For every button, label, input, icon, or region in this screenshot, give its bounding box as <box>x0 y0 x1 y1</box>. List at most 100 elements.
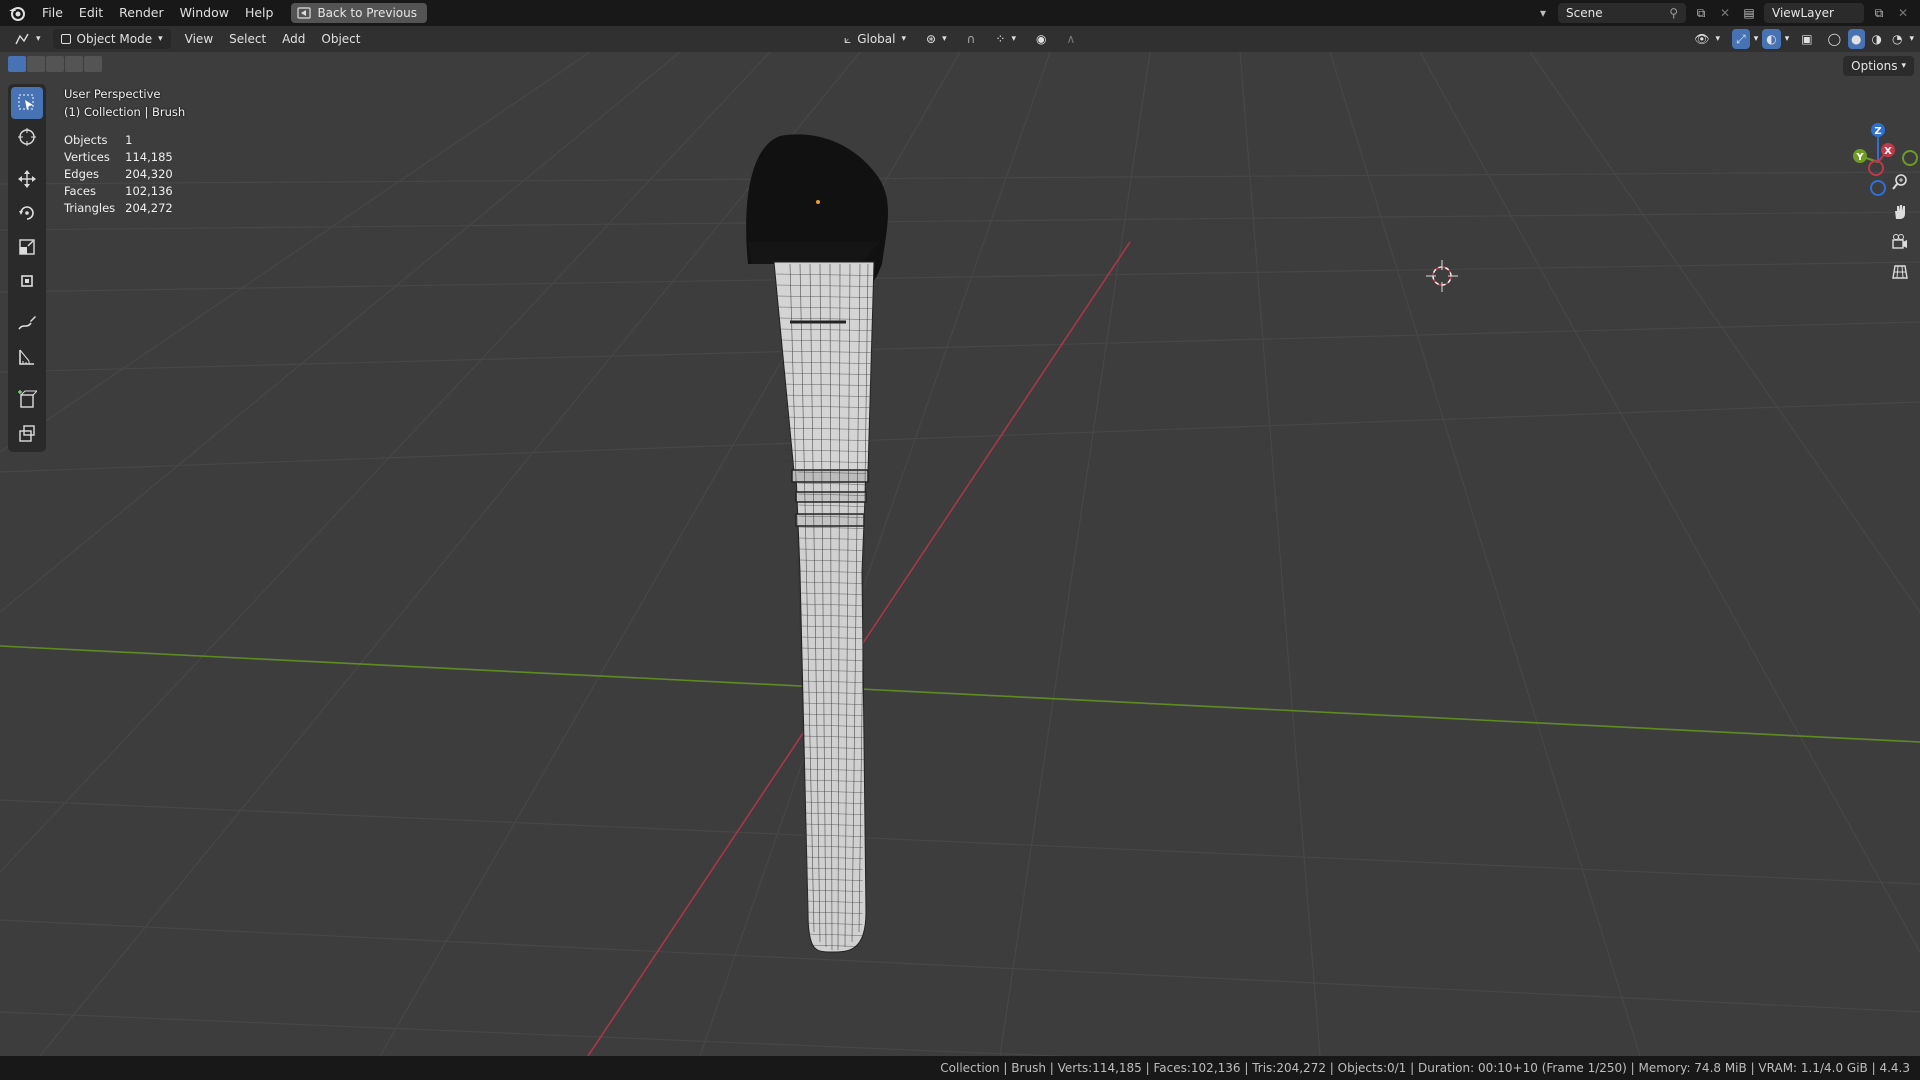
object-mode-icon <box>60 34 71 44</box>
shading-solid[interactable]: ● <box>1848 29 1865 49</box>
delete-view-layer-icon[interactable]: ✕ <box>1894 4 1912 22</box>
options-dropdown[interactable]: Options ▾ <box>1843 56 1914 76</box>
rendered-shading-icon: ◔ <box>1891 32 1903 46</box>
tool-transform[interactable] <box>11 265 43 297</box>
annotate-icon <box>18 316 36 330</box>
select-subtract-button[interactable] <box>46 56 64 72</box>
pivot-point-dropdown[interactable]: ⊛ ▾ <box>918 29 955 49</box>
gizmo-z-label: Z <box>1874 126 1881 137</box>
add-cube-icon <box>18 390 37 408</box>
menu-view[interactable]: View <box>177 29 221 49</box>
scene-statistics: Objects 1 Vertices 114,185 Edges 204,320 Fa… <box>64 132 183 217</box>
scale-icon <box>19 239 35 255</box>
stat-row: Objects 1 <box>64 132 183 149</box>
camera-view-button[interactable] <box>1888 230 1912 254</box>
ortho-toggle-button[interactable] <box>1888 260 1912 284</box>
zoom-icon <box>1892 174 1907 190</box>
menu-help[interactable]: Help <box>237 2 282 24</box>
material-shading-icon: ◑ <box>1871 32 1882 46</box>
tool-scale[interactable] <box>11 231 43 263</box>
pivot-icon: ⊛ <box>926 32 937 46</box>
stat-label: Faces <box>64 184 96 198</box>
magnet-icon: ∩ <box>966 32 976 46</box>
camera-icon <box>1892 234 1907 249</box>
snap-toggle[interactable]: ∩ <box>959 29 984 49</box>
3d-viewport[interactable]: User Perspective (1) Collection | Brush … <box>0 52 1920 1056</box>
scene-selector-icon[interactable]: ▾ <box>1534 4 1552 22</box>
new-scene-icon[interactable]: ⧉ <box>1692 4 1710 22</box>
snap-grid-icon: ⁘ <box>995 32 1006 46</box>
menu-render[interactable]: Render <box>111 2 172 24</box>
menu-object[interactable]: Object <box>313 29 368 49</box>
view-layer-selector-icon[interactable]: ▤ <box>1740 4 1758 22</box>
gizmo-y-label: Y <box>1855 152 1864 163</box>
menu-file[interactable]: File <box>34 2 71 24</box>
menu-add[interactable]: Add <box>274 29 313 49</box>
select-new-button[interactable] <box>8 56 26 72</box>
delete-scene-icon[interactable]: ✕ <box>1716 4 1734 22</box>
move-icon <box>18 170 36 188</box>
menu-select[interactable]: Select <box>221 29 274 49</box>
select-difference-button[interactable] <box>65 56 83 72</box>
stat-label: Vertices <box>64 150 110 164</box>
status-bar: Collection | Brush | Verts:114,185 | Fac… <box>0 1056 1920 1080</box>
stat-row: Vertices 114,185 <box>64 149 183 166</box>
back-icon <box>297 7 312 19</box>
transform-orientation-dropdown[interactable]: ⟀ Global ▾ <box>836 29 914 49</box>
stat-row: Edges 204,320 <box>64 166 183 183</box>
gizmo-neg-y-axis <box>1902 150 1918 166</box>
falloff-dropdown[interactable]: ∧ <box>1058 29 1083 49</box>
blender-logo-icon[interactable] <box>6 2 28 24</box>
tool-cursor[interactable] <box>11 121 43 153</box>
scene-field[interactable]: Scene ⚲ <box>1558 3 1686 23</box>
pin-icon[interactable]: ⚲ <box>1669 6 1678 20</box>
pan-button[interactable] <box>1888 200 1912 224</box>
orientation-label: Global <box>857 32 896 46</box>
tool-extrude[interactable] <box>11 417 43 449</box>
gizmo-toggle[interactable]: ⤢ <box>1732 29 1750 49</box>
gizmo-x-label: X <box>1884 146 1892 157</box>
tool-measure[interactable] <box>11 341 43 373</box>
view-layer-name: ViewLayer <box>1772 6 1834 20</box>
tool-rotate[interactable] <box>11 197 43 229</box>
viewport-grid <box>0 52 1920 1056</box>
menu-edit[interactable]: Edit <box>71 2 111 24</box>
navigation-tools <box>1888 170 1912 284</box>
xray-toggle[interactable]: ▣ <box>1793 29 1820 49</box>
wireframe-shading-icon: ◯ <box>1827 32 1842 46</box>
tool-select-box[interactable] <box>11 87 43 119</box>
zoom-button[interactable] <box>1888 170 1912 194</box>
menu-window[interactable]: Window <box>172 2 237 24</box>
visibility-dropdown[interactable]: 👁 ▾ <box>1686 29 1728 49</box>
proportional-icon: ◉ <box>1036 32 1047 46</box>
view-layer-field[interactable]: ViewLayer <box>1764 3 1864 23</box>
stat-label: Objects <box>64 133 108 147</box>
eye-icon: 👁 <box>1694 32 1710 46</box>
stat-value: 102,136 <box>125 184 173 198</box>
mode-dropdown[interactable]: Object Mode ▾ <box>52 29 171 49</box>
stat-label: Triangles <box>64 201 116 215</box>
proportional-edit-toggle[interactable]: ◉ <box>1028 29 1054 49</box>
shading-material[interactable]: ◑ <box>1869 29 1885 49</box>
overlays-toggle[interactable]: ◐ <box>1762 29 1781 49</box>
shading-wireframe[interactable]: ◯ <box>1825 29 1844 49</box>
hand-icon <box>1895 205 1905 219</box>
snap-target-dropdown[interactable]: ⁘ ▾ <box>987 29 1024 49</box>
status-text: Collection | Brush | Verts:114,185 | Fac… <box>940 1061 1910 1075</box>
y-axis-line <box>0 645 1920 743</box>
scene-name: Scene <box>1566 6 1603 20</box>
gizmo-icon: ⤢ <box>1736 31 1746 46</box>
select-intersect-button[interactable] <box>84 56 102 72</box>
back-to-previous-button[interactable]: Back to Previous <box>291 3 427 23</box>
3d-cursor[interactable] <box>1424 258 1460 297</box>
shading-rendered[interactable]: ◔ <box>1889 29 1905 49</box>
tool-move[interactable] <box>11 163 43 195</box>
editor-type-icon <box>15 33 29 45</box>
tool-add-cube[interactable] <box>11 383 43 415</box>
gizmo-neg-z-axis <box>1870 180 1886 196</box>
new-view-layer-icon[interactable]: ⧉ <box>1870 4 1888 22</box>
select-extend-button[interactable] <box>27 56 45 72</box>
editor-type-button[interactable]: ▾ <box>6 29 49 49</box>
select-box-icon <box>18 94 34 110</box>
tool-annotate[interactable] <box>11 307 43 339</box>
